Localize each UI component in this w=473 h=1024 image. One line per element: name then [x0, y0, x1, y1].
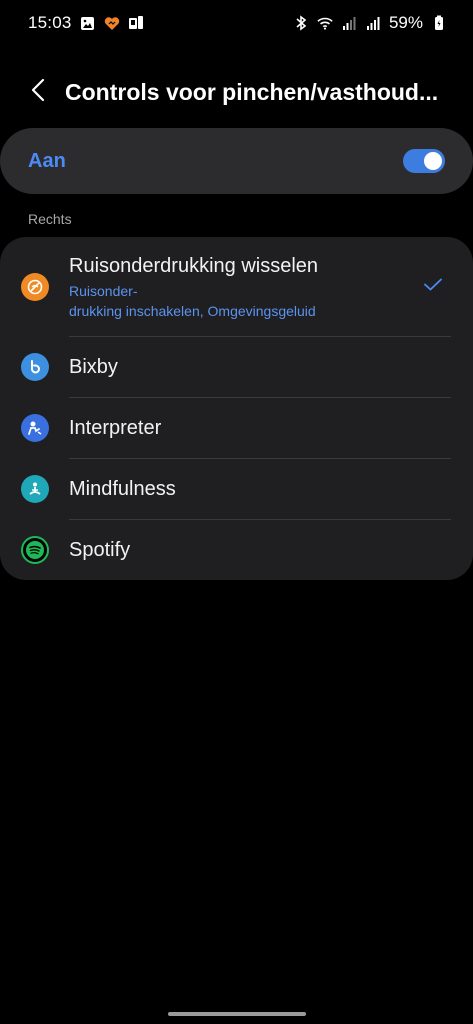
list-item-bixby[interactable]: Bixby — [0, 337, 473, 398]
section-header-rechts: Rechts — [28, 211, 72, 227]
spotify-icon — [21, 536, 49, 564]
toggle-knob — [424, 152, 442, 170]
list-item-title: Ruisonderdrukking wisselen — [69, 255, 319, 277]
list-item-title: Bixby — [69, 356, 118, 378]
list-item-title: Interpreter — [69, 417, 162, 439]
list-item-text: Ruisonderdrukking wisselen Ruisonder- dr… — [69, 255, 318, 321]
master-toggle-switch[interactable] — [403, 149, 445, 173]
status-bar: 15:03 59% — [0, 0, 473, 46]
mindfulness-icon — [21, 475, 49, 503]
list-item-mindfulness[interactable]: Mindfulness — [0, 459, 473, 520]
list-item-title: Spotify — [69, 539, 131, 561]
screen: 15:03 59% Controls voor pinchen/vasthoud… — [0, 0, 473, 1024]
page-title: Controls voor pinchen/vasthoud... — [65, 78, 439, 105]
back-button[interactable] — [14, 68, 62, 116]
list-item-text: Interpreter — [69, 417, 161, 440]
list-item-subtitle-line1: Ruisonder- — [69, 283, 138, 299]
bixby-icon — [21, 353, 49, 381]
list-item-subtitle-line2: drukking inschakelen, Omgevingsgeluid — [69, 303, 316, 319]
checkmark-icon — [423, 278, 443, 297]
signal-icon — [341, 15, 357, 31]
status-bar-left: 15:03 — [28, 13, 144, 33]
list-item-noise-control[interactable]: Ruisonderdrukking wisselen Ruisonder- dr… — [0, 237, 473, 337]
header: Controls voor pinchen/vasthoud... — [0, 66, 473, 118]
bluetooth-icon — [293, 15, 309, 31]
device-icon — [128, 15, 144, 31]
image-icon — [80, 15, 96, 31]
list-item-spotify[interactable]: Spotify — [0, 520, 473, 580]
status-time: 15:03 — [28, 13, 72, 32]
master-toggle-label: Aan — [28, 149, 66, 172]
list-item-title: Mindfulness — [69, 478, 176, 500]
chevron-left-icon — [31, 78, 45, 107]
interpreter-icon — [21, 414, 49, 442]
wifi-icon — [317, 15, 333, 31]
noise-control-icon — [21, 273, 49, 301]
navigation-handle[interactable] — [168, 1012, 306, 1016]
signal-icon — [365, 15, 381, 31]
master-toggle-row[interactable]: Aan — [0, 128, 473, 194]
battery-icon — [431, 15, 447, 31]
options-list: Ruisonderdrukking wisselen Ruisonder- dr… — [0, 237, 473, 580]
list-item-subtitle: Ruisonder- drukking inschakelen, Omgevin… — [69, 281, 318, 321]
list-item-text: Bixby — [69, 356, 118, 379]
list-item-text: Mindfulness — [69, 478, 176, 501]
heart-icon — [104, 15, 120, 31]
list-item-interpreter[interactable]: Interpreter — [0, 398, 473, 459]
battery-percent: 59% — [388, 13, 423, 32]
list-item-text: Spotify — [69, 539, 130, 562]
status-bar-right: 59% — [293, 13, 447, 33]
